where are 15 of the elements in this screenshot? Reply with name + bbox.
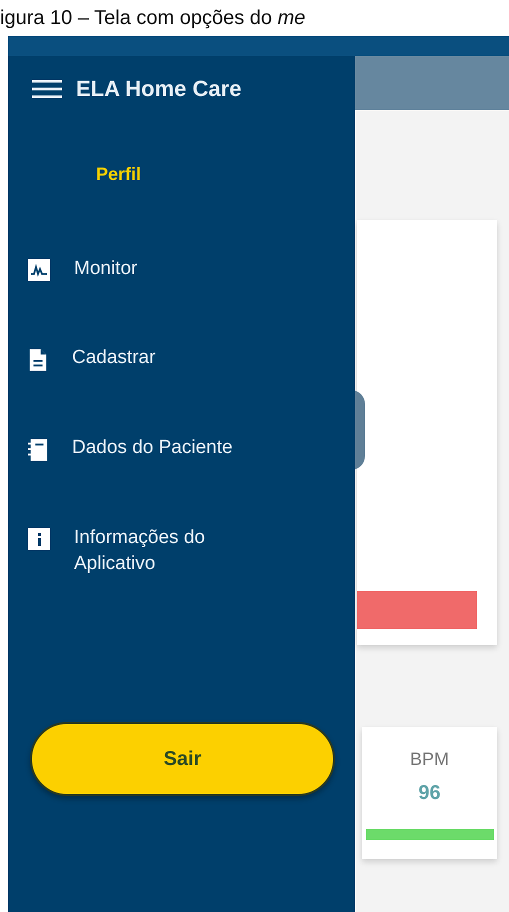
profile-link[interactable]: Perfil <box>96 164 142 185</box>
menu-item[interactable]: Cadastrar <box>72 345 156 371</box>
menu-item[interactable]: Monitor <box>74 256 138 282</box>
menu-item[interactable]: Dados do Paciente <box>72 435 233 461</box>
info-icon <box>28 528 50 550</box>
figure-caption: igura 10 – Tela com opções do me <box>0 6 306 30</box>
pulse-chart-icon <box>28 259 50 281</box>
bpm-label: BPM <box>410 749 449 770</box>
menu-item[interactable]: Informações do Aplicativo <box>74 525 205 577</box>
menu-icon[interactable] <box>32 79 62 99</box>
document-icon <box>28 348 48 372</box>
app-title: ELA Home Care <box>76 76 242 102</box>
logout-button[interactable]: Sair <box>30 722 335 796</box>
bpm-value: 96 <box>418 782 441 805</box>
notebook-icon <box>28 438 48 462</box>
